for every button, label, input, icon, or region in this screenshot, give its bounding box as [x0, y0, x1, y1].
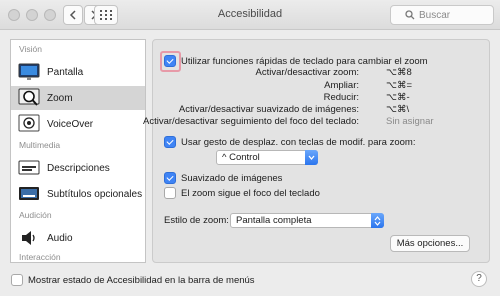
follow-focus-checkbox[interactable]: [164, 187, 176, 199]
smooth-images-checkbox[interactable]: [164, 172, 176, 184]
search-input[interactable]: [419, 9, 489, 22]
keyboard-shortcuts-label: Utilizar funciones rápidas de teclado pa…: [181, 55, 428, 67]
sidebar-item-label: Audio: [47, 232, 73, 244]
captions-icon: [17, 183, 41, 205]
more-options-button[interactable]: Más opciones...: [390, 235, 470, 252]
smooth-images-label: Suavizado de imágenes: [181, 172, 283, 184]
sidebar-item-label: Zoom: [47, 92, 73, 104]
sidebar-item-label: Pantalla: [47, 66, 84, 78]
help-button[interactable]: ?: [471, 271, 487, 287]
zoom-style-popup[interactable]: Pantalla completa: [230, 213, 384, 228]
display-icon: [17, 61, 41, 83]
scroll-gesture-option[interactable]: Usar gesto de desplaz. con teclas de mod…: [164, 136, 415, 148]
shortcut-label: Reducir:: [323, 92, 359, 103]
shortcut-label: Activar/desactivar seguimiento del foco …: [143, 116, 359, 127]
shortcut-value: ⌥⌘8: [386, 67, 412, 78]
keyboard-shortcuts-option[interactable]: Utilizar funciones rápidas de teclado pa…: [164, 55, 428, 67]
shortcut-label: Activar/desactivar suavizado de imágenes…: [178, 104, 359, 115]
zoom-style-value: Pantalla completa: [236, 215, 312, 226]
smooth-images-option[interactable]: Suavizado de imágenes: [164, 172, 282, 184]
sidebar-item-audio[interactable]: Audio: [11, 226, 145, 250]
shortcut-label: Activar/desactivar zoom:: [255, 67, 359, 78]
keyboard-shortcuts-checkbox[interactable]: [164, 55, 176, 67]
show-status-label: Mostrar estado de Accesibilidad en la ba…: [28, 274, 255, 286]
scroll-gesture-label: Usar gesto de desplaz. con teclas de mod…: [181, 136, 416, 148]
sidebar-item-voiceover[interactable]: VoiceOver: [11, 112, 145, 136]
chevron-down-icon: [305, 150, 318, 165]
follow-focus-option[interactable]: El zoom sigue el foco del teclado: [164, 187, 320, 199]
zoom-style-label: Estilo de zoom:: [164, 215, 229, 226]
sidebar-item-zoom[interactable]: Zoom: [11, 86, 145, 110]
show-status-option[interactable]: Mostrar estado de Accesibilidad en la ba…: [11, 274, 255, 286]
shortcut-value: ⌥⌘=: [386, 80, 412, 91]
sidebar: Visión Pantalla Zoom VoiceOver Multimedi…: [10, 39, 146, 263]
voiceover-icon: [17, 113, 41, 135]
up-down-arrows-icon: [371, 213, 384, 228]
speaker-icon: [17, 227, 41, 249]
sidebar-section-hearing: Audición: [19, 210, 52, 220]
descriptions-icon: [17, 157, 41, 179]
sidebar-item-subtitulos[interactable]: Subtítulos opcionales: [11, 182, 145, 206]
sidebar-item-descripciones[interactable]: Descripciones: [11, 156, 145, 180]
modifier-key-popup[interactable]: ^ Control: [216, 150, 318, 165]
shortcut-value: ⌥⌘-: [386, 92, 410, 103]
sidebar-item-label: VoiceOver: [47, 118, 94, 130]
follow-focus-label: El zoom sigue el foco del teclado: [181, 187, 320, 199]
sidebar-section-interaction: Interacción: [19, 252, 61, 262]
magnifier-icon: [17, 87, 41, 109]
search-field[interactable]: [390, 5, 494, 25]
title-bar: Accesibilidad: [0, 0, 500, 30]
sidebar-item-pantalla[interactable]: Pantalla: [11, 60, 145, 84]
scroll-gesture-checkbox[interactable]: [164, 136, 176, 148]
modifier-key-value: ^ Control: [222, 152, 260, 163]
sidebar-section-media: Multimedia: [19, 140, 61, 150]
show-status-checkbox[interactable]: [11, 274, 23, 286]
shortcut-value: ⌥⌘\: [386, 104, 410, 115]
sidebar-item-label: Descripciones: [47, 162, 110, 174]
search-icon: [405, 10, 415, 20]
sidebar-item-label: Subtítulos opcionales: [47, 188, 143, 200]
shortcut-value: Sin asignar: [386, 116, 434, 127]
sidebar-section-vision: Visión: [19, 44, 42, 54]
shortcut-label: Ampliar:: [324, 80, 359, 91]
